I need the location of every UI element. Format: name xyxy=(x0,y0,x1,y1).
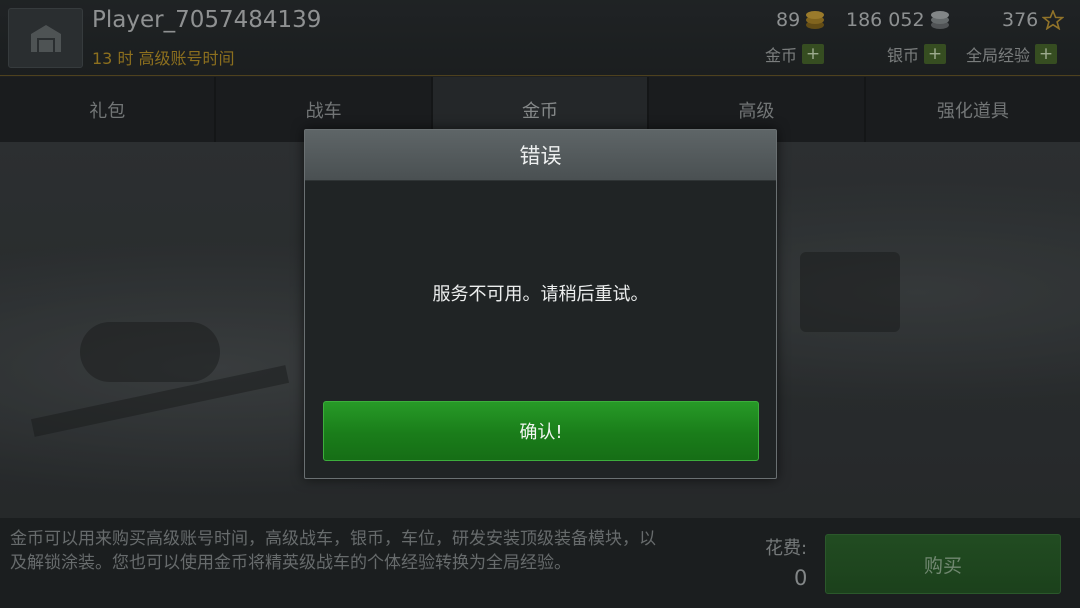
error-dialog: 错误 服务不可用。请稍后重试。 确认! xyxy=(304,129,777,479)
confirm-button-label: 确认! xyxy=(519,422,563,443)
confirm-button[interactable]: 确认! xyxy=(323,401,759,461)
dialog-message: 服务不可用。请稍后重试。 xyxy=(432,284,649,305)
dialog-header: 错误 xyxy=(305,130,776,181)
dialog-title: 错误 xyxy=(519,144,562,168)
